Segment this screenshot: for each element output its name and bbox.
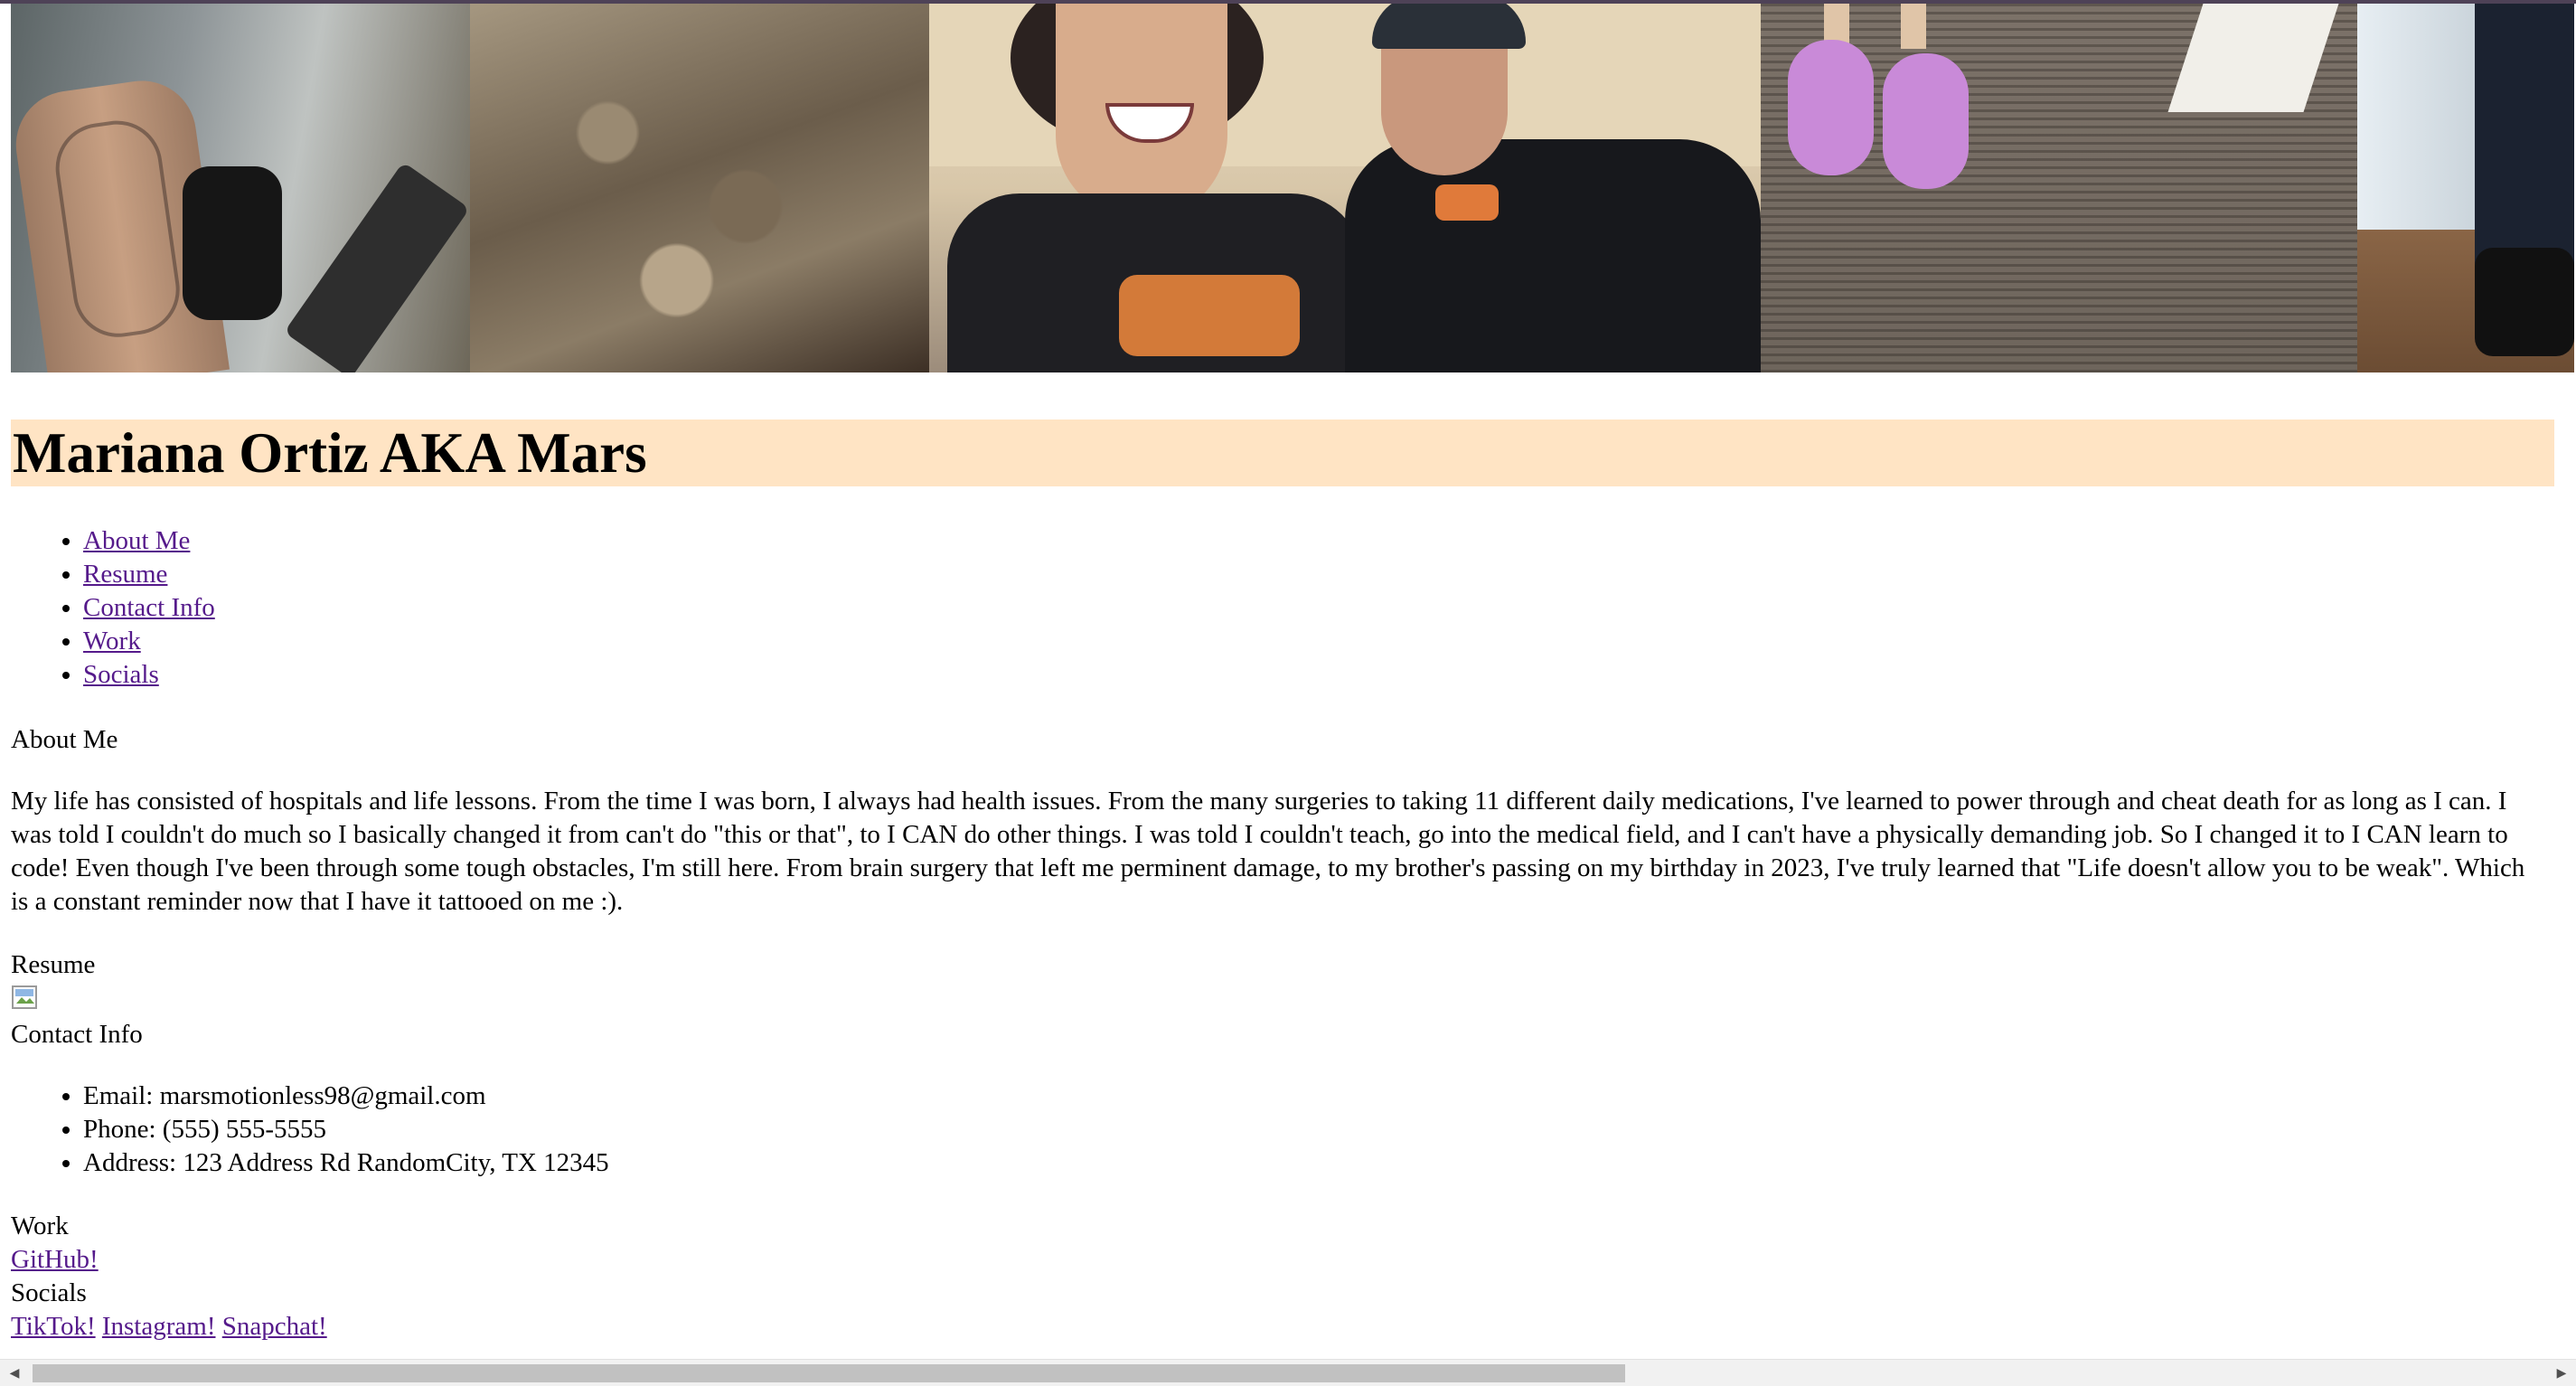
contact-address: Address: 123 Address Rd RandomCity, TX 1… [83,1146,609,1180]
photo-strip [11,4,2574,372]
resume-heading: Resume [11,950,96,979]
nav-link-resume[interactable]: Resume [83,560,167,589]
contact-email: Email: marsmotionless98@gmail.com [83,1080,609,1113]
resume-image-broken-icon [12,985,37,1009]
socials-heading: Socials [11,1278,87,1307]
contact-list: Email: marsmotionless98@gmail.com Phone:… [11,1080,609,1180]
nav-item-contact: Contact Info [83,591,215,625]
contact-heading: Contact Info [11,1020,143,1049]
nav-link-socials[interactable]: Socials [83,660,159,689]
github-link[interactable]: GitHub! [11,1245,99,1274]
page-title: Mariana Ortiz AKA Mars [13,421,647,485]
scrollbar-thumb[interactable] [33,1364,1625,1382]
nav-link-contact[interactable]: Contact Info [83,593,215,622]
nav-link-about[interactable]: About Me [83,526,190,555]
about-heading: About Me [11,725,118,754]
nav-item-about: About Me [83,524,215,558]
tiktok-link[interactable]: TikTok! [11,1312,96,1341]
instagram-link[interactable]: Instagram! [102,1312,216,1341]
page-header: Mariana Ortiz AKA Mars [11,420,2554,486]
photo-boots [2357,4,2574,372]
nav-list: About Me Resume Contact Info Work Social… [11,524,215,692]
work-heading: Work [11,1212,69,1240]
nav-item-resume: Resume [83,558,215,591]
photo-tattoo-arm [11,4,470,372]
snapchat-link[interactable]: Snapchat! [222,1312,327,1341]
socials-links: TikTok! Instagram! Snapchat! [11,1310,327,1344]
nav-link-work[interactable]: Work [83,627,141,655]
scroll-right-arrow-icon[interactable]: ▶ [2551,1364,2572,1382]
about-text: My life has consisted of hospitals and l… [11,787,2525,916]
photo-crocs [1761,4,2357,372]
photo-rock [470,4,929,372]
nav-item-socials: Socials [83,658,215,692]
contact-phone: Phone: (555) 555-5555 [83,1113,609,1146]
photo-selfie [929,4,1761,372]
horizontal-scrollbar[interactable]: ◀ ▶ [0,1359,2576,1386]
scroll-left-arrow-icon[interactable]: ◀ [4,1364,25,1382]
work-links: GitHub! [11,1243,99,1277]
nav-item-work: Work [83,625,215,658]
